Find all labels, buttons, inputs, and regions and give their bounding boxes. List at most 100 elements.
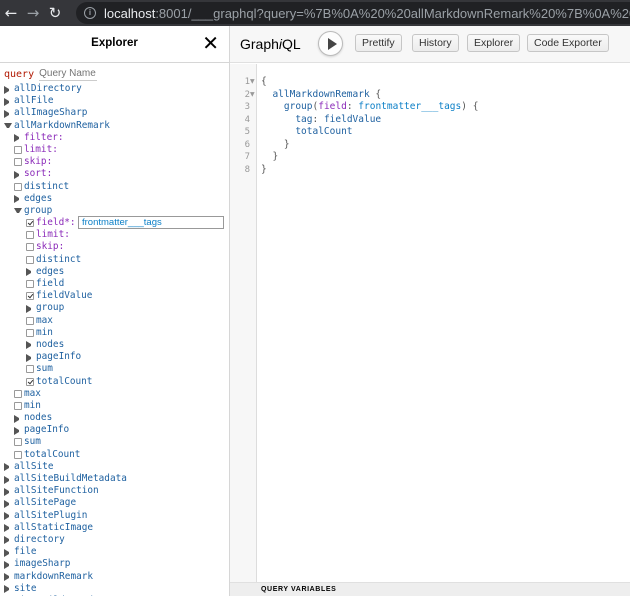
checkbox[interactable]: [26, 243, 34, 252]
checkbox[interactable]: [26, 292, 34, 301]
explorer-item[interactable]: pageInfo: [0, 351, 229, 363]
collapsed-arrow-icon[interactable]: [4, 97, 12, 106]
explorer-item[interactable]: sum: [0, 363, 229, 375]
checkbox[interactable]: [26, 365, 34, 374]
explorer-item[interactable]: max: [0, 315, 229, 327]
checkbox[interactable]: [14, 401, 22, 410]
collapsed-arrow-icon[interactable]: [26, 341, 34, 350]
explorer-item[interactable]: limit:: [0, 229, 229, 241]
collapsed-arrow-icon[interactable]: [4, 536, 12, 545]
collapsed-arrow-icon[interactable]: [4, 512, 12, 521]
checkbox[interactable]: [14, 450, 22, 459]
prettify-button[interactable]: Prettify: [355, 34, 402, 52]
explorer-item[interactable]: totalCount: [0, 449, 229, 461]
explorer-item[interactable]: nodes: [0, 412, 229, 424]
explorer-item[interactable]: skip:: [0, 241, 229, 253]
checkbox[interactable]: [14, 145, 22, 154]
collapsed-arrow-icon[interactable]: [4, 499, 12, 508]
explorer-item[interactable]: min: [0, 400, 229, 412]
explorer-item[interactable]: allSite: [0, 461, 229, 473]
explorer-item[interactable]: allSiteBuildMetadata: [0, 473, 229, 485]
checkbox[interactable]: [14, 182, 22, 191]
explorer-item[interactable]: allSiteFunction: [0, 485, 229, 497]
collapsed-arrow-icon[interactable]: [26, 353, 34, 362]
collapsed-arrow-icon[interactable]: [4, 560, 12, 569]
checkbox[interactable]: [14, 438, 22, 447]
collapsed-arrow-icon[interactable]: [4, 585, 12, 594]
query-variables-header[interactable]: QUERY VARIABLES: [230, 582, 630, 596]
explorer-item[interactable]: limit:: [0, 144, 229, 156]
checkbox[interactable]: [26, 219, 34, 228]
explorer-item[interactable]: fieldValue: [0, 290, 229, 302]
explorer-item[interactable]: allStaticImage: [0, 522, 229, 534]
expanded-arrow-icon[interactable]: [4, 123, 12, 131]
explorer-button[interactable]: Explorer: [467, 34, 521, 52]
checkbox[interactable]: [26, 255, 34, 264]
explorer-item[interactable]: field*: frontmatter___tags: [0, 216, 229, 230]
explorer-item[interactable]: allImageSharp: [0, 107, 229, 119]
explorer-item[interactable]: allSitePlugin: [0, 510, 229, 522]
forward-icon[interactable]: →: [22, 0, 44, 26]
explorer-item[interactable]: max: [0, 388, 229, 400]
explorer-item[interactable]: totalCount: [0, 376, 229, 388]
play-icon[interactable]: [318, 31, 343, 56]
query-editor[interactable]: 1 ▼{2 ▼ allMarkdownRemark {3 group(field: …: [230, 64, 630, 582]
expanded-arrow-icon[interactable]: [14, 208, 22, 216]
explorer-item[interactable]: allDirectory: [0, 83, 229, 95]
collapsed-arrow-icon[interactable]: [14, 195, 22, 204]
explorer-item[interactable]: sum: [0, 436, 229, 448]
info-icon[interactable]: i: [84, 7, 96, 19]
argument-value-input[interactable]: frontmatter___tags: [78, 216, 224, 230]
explorer-item[interactable]: distinct: [0, 181, 229, 193]
collapsed-arrow-icon[interactable]: [4, 463, 12, 472]
explorer-item[interactable]: nodes: [0, 339, 229, 351]
explorer-item[interactable]: imageSharp: [0, 558, 229, 570]
checkbox[interactable]: [26, 280, 34, 288]
checkbox[interactable]: [26, 316, 34, 325]
checkbox[interactable]: [26, 328, 34, 337]
explorer-item[interactable]: allMarkdownRemark: [0, 120, 229, 132]
checkbox[interactable]: [26, 377, 34, 386]
checkbox[interactable]: [14, 389, 22, 398]
explorer-item[interactable]: allFile: [0, 95, 229, 107]
checkbox[interactable]: [14, 158, 22, 167]
reload-icon[interactable]: ↻: [44, 0, 66, 26]
close-icon[interactable]: ✕: [202, 33, 219, 53]
explorer-item[interactable]: sort:: [0, 168, 229, 180]
explorer-item[interactable]: field: [0, 278, 229, 290]
collapsed-arrow-icon[interactable]: [4, 475, 12, 484]
explorer-item[interactable]: file: [0, 546, 229, 558]
history-button[interactable]: History: [412, 34, 459, 52]
explorer-item[interactable]: markdownRemark: [0, 571, 229, 583]
explorer-item[interactable]: filter:: [0, 132, 229, 144]
explorer-item[interactable]: edges: [0, 193, 229, 205]
explorer-item[interactable]: edges: [0, 266, 229, 278]
collapsed-arrow-icon[interactable]: [4, 548, 12, 557]
fold-icon[interactable]: ▼: [250, 89, 255, 102]
collapsed-arrow-icon[interactable]: [4, 85, 12, 94]
explorer-item[interactable]: distinct: [0, 254, 229, 266]
collapsed-arrow-icon[interactable]: [14, 134, 22, 143]
explorer-item[interactable]: min: [0, 327, 229, 339]
collapsed-arrow-icon[interactable]: [14, 170, 22, 179]
collapsed-arrow-icon[interactable]: [4, 524, 12, 533]
explorer-item[interactable]: group: [0, 302, 229, 314]
collapsed-arrow-icon[interactable]: [26, 268, 34, 277]
code-exporter-button[interactable]: Code Exporter: [527, 34, 609, 52]
explorer-item[interactable]: skip:: [0, 156, 229, 168]
checkbox[interactable]: [26, 231, 34, 240]
explorer-item[interactable]: site: [0, 583, 229, 595]
collapsed-arrow-icon[interactable]: [4, 487, 12, 496]
fold-icon[interactable]: ▼: [250, 76, 255, 89]
collapsed-arrow-icon[interactable]: [14, 426, 22, 435]
collapsed-arrow-icon[interactable]: [26, 304, 34, 313]
explorer-item[interactable]: directory: [0, 534, 229, 546]
explorer-item[interactable]: allSitePage: [0, 497, 229, 509]
explorer-item[interactable]: pageInfo: [0, 424, 229, 436]
collapsed-arrow-icon[interactable]: [4, 573, 12, 581]
back-icon[interactable]: ←: [0, 0, 22, 26]
collapsed-arrow-icon[interactable]: [14, 414, 22, 423]
query-name-input[interactable]: [39, 67, 98, 81]
collapsed-arrow-icon[interactable]: [4, 109, 12, 118]
address-bar[interactable]: i localhost:8001/___graphql?query=%7B%0A…: [76, 2, 630, 24]
